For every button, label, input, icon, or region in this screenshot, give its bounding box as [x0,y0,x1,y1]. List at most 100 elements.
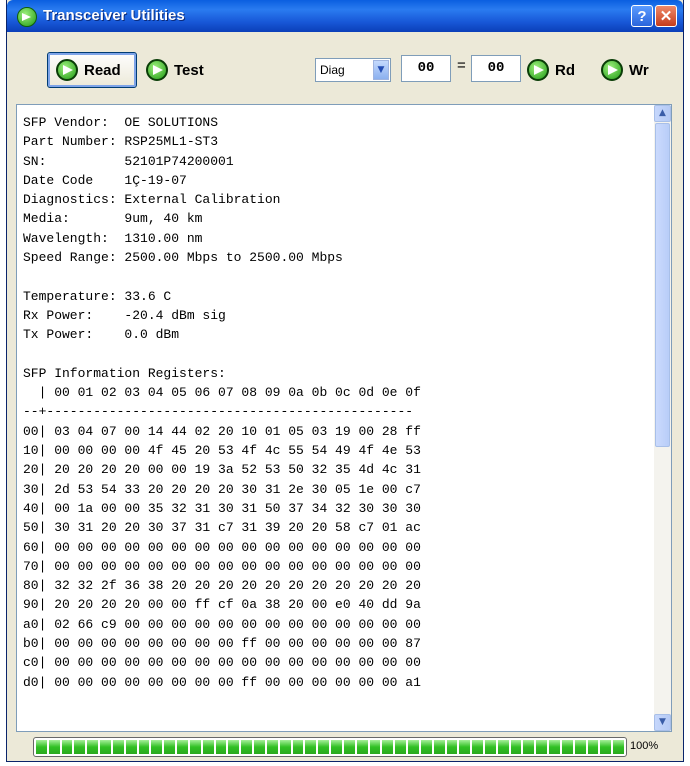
progress-block [523,740,535,754]
window-title: Transceiver Utilities [43,7,185,24]
rd-button-label: Rd [555,61,575,79]
progress-block [574,740,586,754]
go-arrow-icon [146,59,168,81]
output-text: SFP Vendor: OE SOLUTIONS Part Number: RSP… [23,113,643,692]
progress-block [510,740,522,754]
output-line: 70| 00 00 00 00 00 00 00 00 00 00 00 00 … [23,558,421,574]
progress-block [87,740,99,754]
output-line: 80| 32 32 2f 36 38 20 20 20 20 20 20 20 … [23,578,421,594]
progress-percent: 100% [630,740,659,752]
progress-block [446,740,458,754]
progress-block [369,740,381,754]
output-line: c0| 00 00 00 00 00 00 00 00 00 00 00 00 … [23,655,421,671]
progress-block [433,740,445,754]
progress-block [279,740,291,754]
output-line: 50| 30 31 20 20 30 37 31 c7 31 39 20 20 … [23,520,421,536]
title-bar[interactable]: Transceiver Utilities ? ✕ [7,0,683,32]
progress-block [151,740,163,754]
app-arrow-icon [17,7,37,27]
progress-block [305,740,317,754]
read-button-label: Read [84,61,121,79]
wr-button[interactable]: Wr [601,52,649,88]
progress-block [561,740,573,754]
progress-block [356,740,368,754]
progress-block [587,740,599,754]
progress-block [266,740,278,754]
progress-block [408,740,419,754]
progress-block [125,740,137,754]
mode-select[interactable]: Diag ▼ [315,58,391,82]
mode-select-value: Diag [320,63,345,77]
transceiver-utilities-window: Transceiver Utilities ? ✕ Read Test Diag… [6,0,684,762]
progress-block [177,740,188,754]
output-textbox[interactable]: SFP Vendor: OE SOLUTIONS Part Number: RSP… [16,104,672,732]
help-button[interactable]: ? [631,5,653,27]
output-line: Rx Power: -20.4 dBm sig [23,307,226,323]
progress-block [61,740,73,754]
output-line: b0| 00 00 00 00 00 00 00 00 ff 00 00 00 … [23,636,421,652]
scroll-down-icon[interactable]: ▼ [654,714,671,731]
output-line: Wavelength: 1310.00 nm [23,230,203,246]
vertical-scrollbar[interactable]: ▲ ▼ [654,105,671,731]
progress-block [112,740,124,754]
progress-block [74,740,86,754]
progress-block [420,740,432,754]
output-line: 40| 00 1a 00 00 35 32 31 30 31 50 37 34 … [23,500,421,516]
progress-bar [33,737,627,757]
progress-block [241,740,253,754]
address-field[interactable]: 00 [401,55,451,82]
progress-block [202,740,214,754]
test-button[interactable]: Test [146,52,204,88]
progress-block [48,740,60,754]
output-line: Diagnostics: External Calibration [23,192,281,208]
progress-block [600,740,612,754]
output-line: 20| 20 20 20 20 00 00 19 3a 52 53 50 32 … [23,462,421,478]
progress-block [254,740,265,754]
rd-button[interactable]: Rd [527,52,575,88]
output-line: | 00 01 02 03 04 05 06 07 08 09 0a 0b 0c… [23,385,421,401]
go-arrow-icon [601,59,623,81]
output-line: a0| 02 66 c9 00 00 00 00 00 00 00 00 00 … [23,616,421,632]
output-line: Speed Range: 2500.00 Mbps to 2500.00 Mbp… [23,250,343,266]
output-line: SFP Information Registers: [23,365,226,381]
progress-block [472,740,483,754]
read-button[interactable]: Read [47,52,137,88]
scroll-up-icon[interactable]: ▲ [654,105,671,122]
go-arrow-icon [527,59,549,81]
wr-button-label: Wr [629,61,649,79]
equals-sign: = [457,57,466,74]
output-line: 90| 20 20 20 20 00 00 ff cf 0a 38 20 00 … [23,597,421,613]
output-line: d0| 00 00 00 00 00 00 00 00 ff 00 00 00 … [23,674,421,690]
output-line: SN: 52101P74200001 [23,153,234,169]
progress-block [164,740,176,754]
progress-block [292,740,304,754]
output-line: --+-------------------------------------… [23,404,414,420]
output-line: Media: 9um, 40 km [23,211,203,227]
value-field[interactable]: 00 [471,55,521,82]
chevron-down-icon[interactable]: ▼ [373,60,389,80]
progress-block [100,740,111,754]
progress-block [138,740,150,754]
progress-block [613,740,625,754]
output-line: SFP Vendor: OE SOLUTIONS [23,115,219,130]
progress-block [343,740,355,754]
progress-block [215,740,227,754]
progress-block [484,740,496,754]
output-line: 10| 00 00 00 00 4f 45 20 53 4f 4c 55 54 … [23,443,421,459]
progress-block [189,740,201,754]
go-arrow-icon [56,59,78,81]
progress-block [459,740,471,754]
progress-block [331,740,342,754]
output-line: 60| 00 00 00 00 00 00 00 00 00 00 00 00 … [23,539,421,555]
progress-fill [36,740,625,754]
progress-block [536,740,548,754]
progress-block [497,740,509,754]
progress-block [318,740,330,754]
progress-block [382,740,394,754]
output-line: Temperature: 33.6 C [23,288,172,304]
output-line: Date Code 1Ç-19-07 [23,172,187,188]
close-button[interactable]: ✕ [655,5,677,27]
scroll-thumb[interactable] [655,123,670,447]
progress-block [395,740,407,754]
